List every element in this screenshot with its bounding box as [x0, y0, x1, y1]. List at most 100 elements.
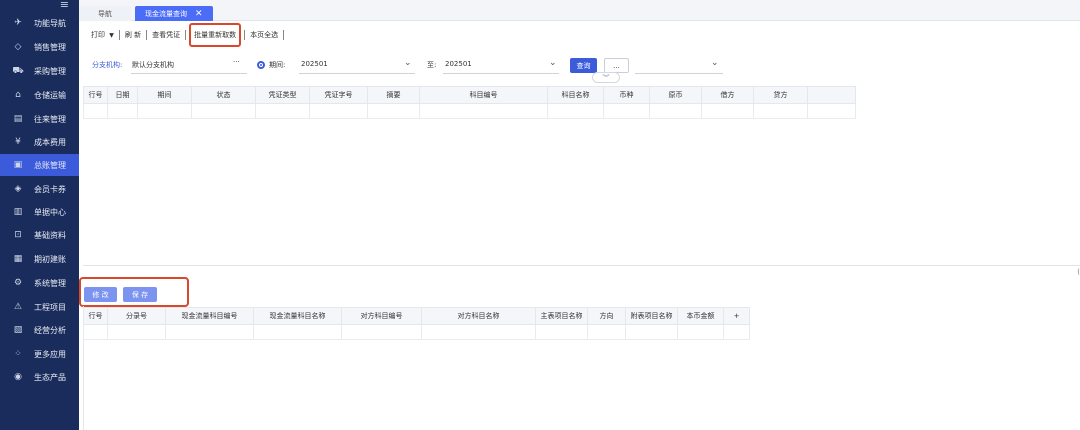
sidebar-item[interactable]: ◈ 会员卡券 — [0, 178, 79, 200]
table-cell[interactable] — [547, 103, 604, 119]
select-all-page-button[interactable]: 本页全选 — [250, 30, 278, 40]
table-cell[interactable] — [107, 324, 166, 340]
table-cell[interactable] — [419, 103, 548, 119]
period-from-select[interactable]: 202501 — [301, 60, 328, 68]
cost-icon: ¥ — [15, 137, 21, 147]
toolbar-divider — [244, 29, 246, 40]
sidebar-item[interactable]: ⚠ 工程项目 — [0, 296, 79, 318]
column-header[interactable]: 科目名称 — [547, 86, 604, 104]
column-header[interactable]: + — [723, 307, 750, 325]
tab-navigation[interactable]: 导航 — [79, 6, 131, 21]
column-header[interactable]: 期间 — [137, 86, 192, 104]
table-cell[interactable] — [603, 103, 650, 119]
period-to-select[interactable]: 202501 — [445, 60, 472, 68]
sidebar-item-label: 期初建账 — [34, 254, 66, 264]
send-icon: ✈ — [14, 18, 22, 28]
refresh-button[interactable]: 刷 新 — [125, 30, 141, 40]
column-header[interactable]: 对方科目编号 — [341, 307, 422, 325]
column-header[interactable]: 现金流量科目编号 — [165, 307, 254, 325]
table-cell[interactable] — [107, 103, 138, 119]
table-cell[interactable] — [341, 324, 422, 340]
column-header[interactable]: 币种 — [603, 86, 650, 104]
chevron-down-icon[interactable]: ⌄ — [549, 58, 557, 68]
table-cell[interactable] — [83, 324, 108, 340]
sidebar-item[interactable]: ✈ 功能导航 — [0, 12, 79, 34]
column-header[interactable]: 本币金额 — [677, 307, 724, 325]
tab-cash-flow-query-label: 现金流量查询 — [145, 9, 187, 18]
column-header[interactable]: 凭证类型 — [255, 86, 310, 104]
table-cell[interactable] — [191, 103, 256, 119]
sidebar-item[interactable]: ▦ 期初建账 — [0, 248, 79, 270]
table-cell[interactable] — [165, 324, 254, 340]
sidebar-item-label: 经营分析 — [34, 325, 66, 335]
more-options-button[interactable]: ... — [604, 58, 629, 73]
extra-select-underline — [635, 73, 723, 74]
column-header[interactable]: 附表项目名称 — [625, 307, 678, 325]
filter-bar: 分支机构: 默认分支机构 ··· 期间: 202501 ⌄ 至: 202501 … — [79, 52, 1080, 78]
table-cell[interactable] — [587, 324, 626, 340]
column-header[interactable]: 摘要 — [367, 86, 420, 104]
column-header[interactable]: 凭证字号 — [309, 86, 368, 104]
column-header[interactable]: 贷方 — [753, 86, 808, 104]
table-cell[interactable] — [255, 103, 310, 119]
column-header[interactable]: 科目编号 — [419, 86, 548, 104]
sidebar-item[interactable]: ▣ 总账管理 — [0, 154, 79, 176]
column-header[interactable]: 对方科目名称 — [421, 307, 536, 325]
branch-picker-button[interactable]: ··· — [233, 58, 240, 66]
table-cell[interactable] — [253, 324, 342, 340]
column-header[interactable]: 主表项目名称 — [535, 307, 588, 325]
batch-recalculate-button[interactable]: 批量重新取数 — [189, 22, 242, 47]
sidebar-item[interactable]: ⌂ 仓储运输 — [0, 84, 79, 106]
table-cell[interactable] — [367, 103, 420, 119]
sidebar-item[interactable]: ¥ 成本费用 — [0, 131, 79, 153]
table-cell[interactable] — [723, 324, 750, 340]
tab-cash-flow-query[interactable]: 现金流量查询 ✕ — [135, 6, 213, 21]
sidebar-item[interactable]: ⁘ 更多应用 — [0, 343, 79, 365]
sidebar-item[interactable]: ⊡ 基础资料 — [0, 224, 79, 246]
table-cell[interactable] — [309, 103, 368, 119]
column-header[interactable]: 现金流量科目名称 — [253, 307, 342, 325]
period-radio[interactable] — [257, 61, 265, 69]
chevron-down-icon[interactable]: ⌄ — [711, 58, 719, 68]
table-cell[interactable] — [83, 103, 108, 119]
diamond-icon: ◈ — [14, 184, 22, 194]
query-button[interactable]: 查询 — [570, 58, 597, 73]
close-icon[interactable]: ✕ — [195, 9, 203, 19]
print-button[interactable]: 打印 ▼ — [91, 30, 114, 40]
save-button[interactable]: 保 存 — [123, 287, 157, 302]
column-header[interactable]: 借方 — [701, 86, 754, 104]
table-cell[interactable] — [649, 103, 702, 119]
branch-input[interactable]: 默认分支机构 — [132, 60, 174, 70]
sidebar-item[interactable]: ▤ 往来管理 — [0, 108, 79, 130]
table-cell[interactable] — [701, 103, 754, 119]
column-header[interactable]: 方向 — [587, 307, 626, 325]
sidebar-item-label: 功能导航 — [34, 18, 66, 28]
sidebar-item[interactable]: ⛟ 采购管理 — [0, 60, 79, 82]
table-cell[interactable] — [753, 103, 808, 119]
column-header[interactable]: 原币 — [649, 86, 702, 104]
expand-filters-icon[interactable]: ︾ — [592, 72, 620, 83]
view-voucher-button[interactable]: 查看凭证 — [152, 30, 180, 40]
chevron-down-icon[interactable]: ⌄ — [404, 58, 412, 68]
table-cell[interactable] — [421, 324, 536, 340]
sidebar-item[interactable]: ◇ 销售管理 — [0, 36, 79, 58]
sidebar-item-label: 销售管理 — [34, 42, 66, 52]
edit-button[interactable]: 修 改 — [84, 287, 117, 302]
column-header[interactable]: 状态 — [191, 86, 256, 104]
calendar-icon: ▦ — [13, 254, 23, 264]
sidebar-item[interactable]: ⚙ 系统管理 — [0, 272, 79, 294]
column-header[interactable]: 行号 — [83, 307, 108, 325]
table-cell[interactable] — [677, 324, 724, 340]
table-cell — [807, 103, 856, 119]
sidebar-item[interactable]: ◉ 生态产品 — [0, 366, 79, 388]
sidebar-item[interactable]: ▧ 经营分析 — [0, 319, 79, 341]
gear-icon: ⚙ — [13, 278, 23, 288]
column-header[interactable]: 分录号 — [107, 307, 166, 325]
collapse-menu-icon[interactable]: ≡ — [60, 0, 69, 11]
sidebar-item[interactable]: ▥ 单据中心 — [0, 201, 79, 223]
column-header[interactable]: 行号 — [83, 86, 108, 104]
table-cell[interactable] — [625, 324, 678, 340]
column-header[interactable]: 日期 — [107, 86, 138, 104]
table-cell[interactable] — [137, 103, 192, 119]
table-cell[interactable] — [535, 324, 588, 340]
